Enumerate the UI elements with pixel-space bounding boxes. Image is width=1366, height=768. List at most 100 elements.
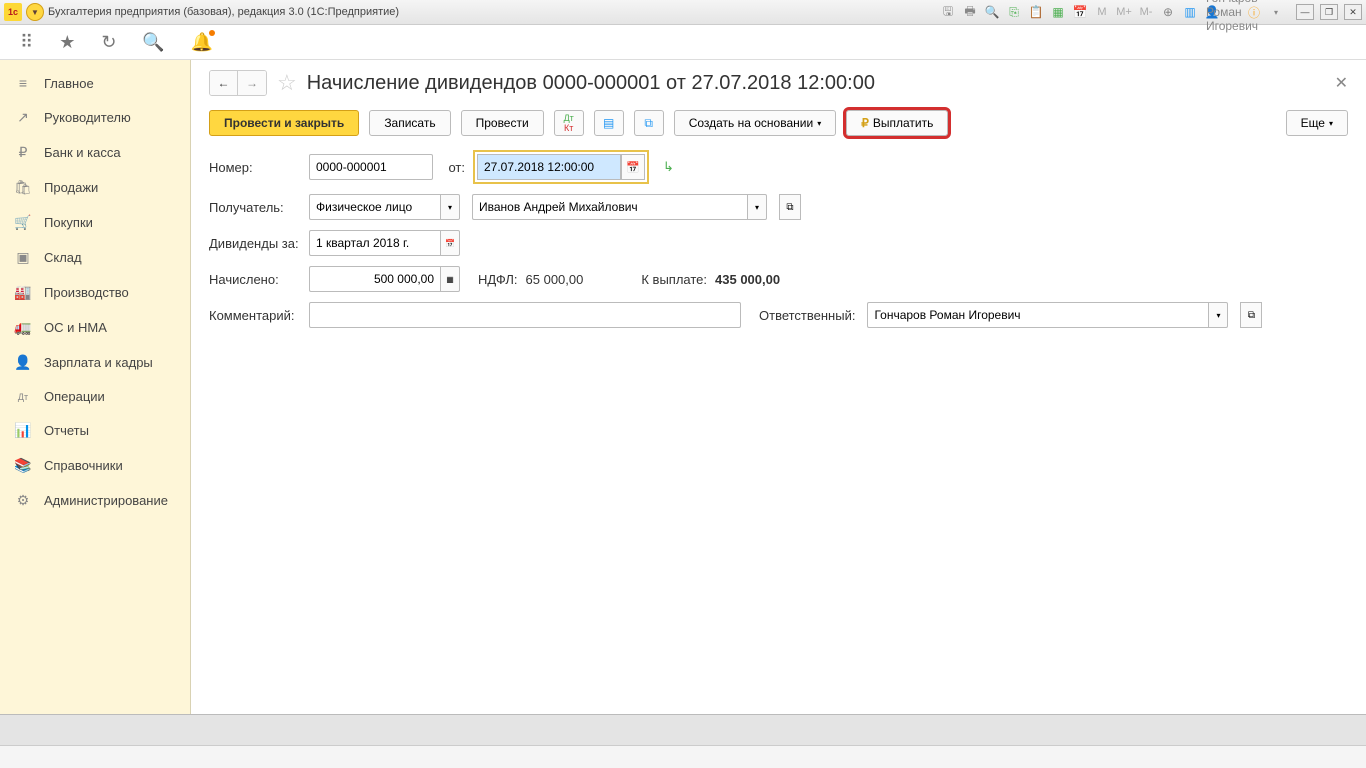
sidebar-label: Склад (44, 250, 82, 265)
bottom-taskbar (0, 714, 1366, 745)
favorite-icon[interactable]: ★ (59, 32, 75, 53)
sidebar-label: Операции (44, 389, 105, 404)
sidebar-item-production[interactable]: 🏭 Производство (0, 275, 190, 310)
date-input[interactable] (477, 154, 621, 180)
minimize-button[interactable]: — (1296, 4, 1314, 20)
responsible-input[interactable] (867, 302, 1208, 328)
pay-button[interactable]: ₽Выплатить (846, 110, 948, 136)
main-menu-dropdown[interactable]: ▼ (26, 3, 44, 21)
maximize-button[interactable]: ❐ (1320, 4, 1338, 20)
sidebar-item-purchases[interactable]: 🛒 Покупки (0, 205, 190, 240)
info-drop-icon[interactable]: ▾ (1268, 4, 1284, 20)
recipient-type-dropdown[interactable]: ▾ (440, 194, 460, 220)
list-button[interactable]: ▤ (594, 110, 624, 136)
menu-icon: ≡ (14, 75, 32, 91)
sidebar-item-catalogs[interactable]: 📚Справочники (0, 448, 190, 483)
sidebar-label: Зарплата и кадры (44, 355, 153, 370)
sidebar-item-operations[interactable]: ДтОперации (0, 380, 190, 413)
calendar-button[interactable]: 📅 (621, 154, 645, 180)
sidebar-item-sales[interactable]: 🛍 Продажи (0, 170, 190, 205)
sidebar-label: Банк и касса (44, 145, 121, 160)
more-button[interactable]: Еще ▾ (1286, 110, 1348, 136)
sidebar-item-main[interactable]: ≡Главное (0, 66, 190, 100)
clipboard-icon[interactable]: 📋 (1028, 4, 1044, 20)
search-icon[interactable]: 🔍 (142, 32, 164, 53)
accrued-input[interactable] (309, 266, 440, 292)
save-icon[interactable]: 🖫 (940, 4, 956, 20)
recipient-open-button[interactable]: ⧉ (779, 194, 801, 220)
m-plus-button[interactable]: M+ (1116, 4, 1132, 20)
user-name-label: Гончаров Роман Игоревич (1224, 4, 1240, 20)
favorite-toggle[interactable]: ☆ (277, 70, 297, 96)
create-based-button[interactable]: Создать на основании ▾ (674, 110, 837, 136)
sidebar-item-salary[interactable]: 👤Зарплата и кадры (0, 345, 190, 380)
history-icon[interactable]: ↻ (101, 32, 116, 53)
m-button[interactable]: M (1094, 4, 1110, 20)
sidebar-label: ОС и НМА (44, 320, 107, 335)
window-title: Бухгалтерия предприятия (базовая), редак… (48, 6, 399, 18)
close-window-button[interactable]: ✕ (1344, 4, 1362, 20)
cart-icon: 🛒 (14, 214, 32, 231)
responsible-open-button[interactable]: ⧉ (1240, 302, 1262, 328)
link-icon[interactable]: ⎘ (1006, 4, 1022, 20)
period-input[interactable] (309, 230, 440, 256)
ndfl-value: 65 000,00 (526, 272, 584, 287)
responsible-dropdown[interactable]: ▾ (1208, 302, 1228, 328)
date-highlight-box: 📅 (473, 150, 649, 184)
recipient-name-input[interactable] (472, 194, 747, 220)
apps-icon[interactable]: ⠿ (20, 32, 33, 53)
current-user[interactable]: 👤 Гончаров Роман Игоревич (1204, 4, 1240, 20)
sidebar-item-assets[interactable]: 🚛 ОС и НМА (0, 310, 190, 345)
main-content: ← → ☆ Начисление дивидендов 0000-000001 … (191, 60, 1366, 714)
info-icon[interactable]: ⓘ (1246, 4, 1262, 20)
period-calendar-button[interactable]: 📅 (440, 230, 460, 256)
gear-icon: ⚙ (14, 492, 32, 509)
sidebar-label: Продажи (44, 180, 98, 195)
sidebar-item-warehouse[interactable]: ▣ Склад (0, 240, 190, 275)
nav-buttons: ← → (209, 70, 267, 96)
panels-icon[interactable]: ▥ (1182, 4, 1198, 20)
ruble-icon: ₽ (14, 144, 32, 161)
sidebar-label: Руководителю (44, 110, 131, 125)
payout-label: К выплате: (641, 272, 707, 287)
tree-button[interactable]: ⧉ (634, 110, 664, 136)
dtkt-button[interactable]: ДтКт (554, 110, 584, 136)
forward-button[interactable]: → (238, 71, 266, 95)
bag-icon: 🛍 (14, 179, 32, 196)
outer-bottom-bar (0, 745, 1366, 768)
accrued-calc-button[interactable]: ▦ (440, 266, 460, 292)
comment-label: Комментарий: (209, 308, 301, 323)
print-icon[interactable]: 🖶 (962, 4, 978, 20)
ndfl-label: НДФЛ: (478, 272, 518, 287)
calendar-icon[interactable]: 📅 (1072, 4, 1088, 20)
search-top-icon[interactable]: 🔍 (984, 4, 1000, 20)
close-form-button[interactable]: ✕ (1335, 73, 1348, 93)
bell-icon[interactable]: 🔔 (191, 32, 213, 53)
back-button[interactable]: ← (210, 71, 238, 95)
sidebar-item-admin[interactable]: ⚙Администрирование (0, 483, 190, 518)
sidebar-item-reports[interactable]: 📊Отчеты (0, 413, 190, 448)
boxes-icon: ▣ (14, 249, 32, 266)
sidebar-label: Покупки (44, 215, 93, 230)
post-button[interactable]: Провести (461, 110, 544, 136)
number-input[interactable] (309, 154, 433, 180)
sidebar-item-manager[interactable]: ↗Руководителю (0, 100, 190, 135)
accrued-label: Начислено: (209, 272, 301, 287)
left-sidebar: ≡Главное ↗Руководителю ₽ Банк и касса 🛍 Пр… (0, 60, 191, 714)
calc-icon[interactable]: ▦ (1050, 4, 1066, 20)
m-minus-button[interactable]: M- (1138, 4, 1154, 20)
factory-icon: 🏭 (14, 284, 32, 301)
zoom-icon[interactable]: ⊕ (1160, 4, 1176, 20)
truck-icon: 🚛 (14, 319, 32, 336)
save-button[interactable]: Записать (369, 110, 450, 136)
post-and-close-button[interactable]: Провести и закрыть (209, 110, 359, 136)
sidebar-item-bank[interactable]: ₽ Банк и касса (0, 135, 190, 170)
period-label: Дивиденды за: (209, 236, 301, 251)
comment-input[interactable] (309, 302, 741, 328)
number-label: Номер: (209, 160, 301, 175)
document-status-icon[interactable]: ↳ (663, 159, 674, 175)
recipient-type-select[interactable] (309, 194, 440, 220)
recipient-name-dropdown[interactable]: ▾ (747, 194, 767, 220)
sidebar-label: Производство (44, 285, 129, 300)
payout-value: 435 000,00 (715, 272, 780, 287)
